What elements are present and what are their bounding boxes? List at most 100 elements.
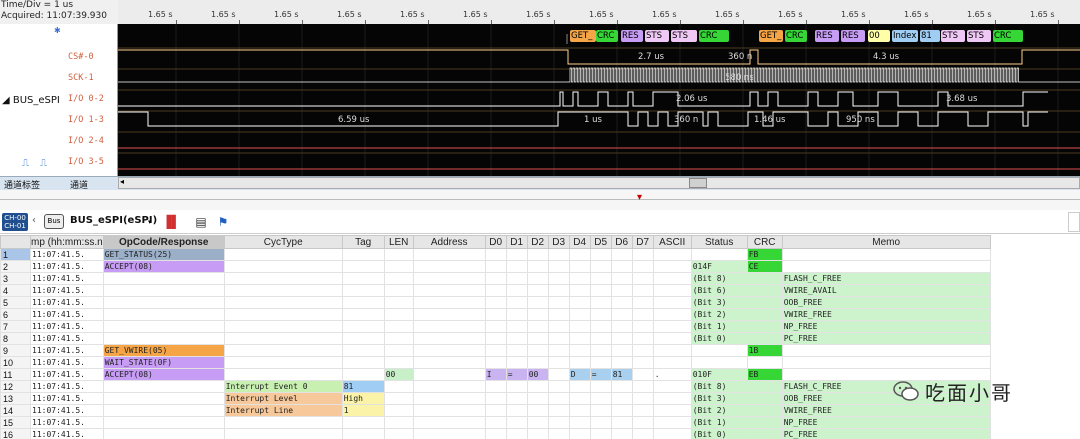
data-byte-cell[interactable]	[547, 272, 570, 285]
pulse-icon[interactable]: ⎍	[22, 158, 29, 169]
crc-cell[interactable]: FB	[746, 248, 783, 261]
data-byte-cell[interactable]	[568, 392, 591, 405]
memo-cell[interactable]: VWIRE_FREE	[781, 308, 991, 321]
opcode-cell[interactable]	[102, 320, 225, 333]
tag-cell[interactable]	[341, 308, 385, 321]
data-byte-cell[interactable]	[631, 344, 654, 357]
data-byte-cell[interactable]	[547, 380, 570, 393]
row-number[interactable]: 10	[0, 356, 31, 369]
address-cell[interactable]	[412, 392, 486, 405]
data-byte-cell[interactable]	[484, 392, 507, 405]
table-row[interactable]: 3 11:07:41.5. (Bit 8) FLASH_C_FREE	[0, 272, 991, 285]
data-byte-cell[interactable]	[631, 320, 654, 333]
timestamp-cell[interactable]: 11:07:41.5.	[30, 404, 104, 417]
timestamp-cell[interactable]: 11:07:41.5.	[30, 392, 104, 405]
column-header[interactable]: D5	[589, 235, 612, 249]
table-row[interactable]: 5 11:07:41.5. (Bit 3) OOB_FREE	[0, 296, 991, 309]
signal-tracks[interactable]: GET_ CRC RES STS STS CRC GET_ CRC RES RES 00 Index 8…	[118, 24, 1080, 176]
data-byte-cell[interactable]: 81	[610, 368, 633, 381]
address-cell[interactable]	[412, 248, 486, 261]
opcode-cell[interactable]	[102, 332, 225, 345]
data-byte-cell[interactable]	[568, 404, 591, 417]
data-byte-cell[interactable]	[484, 260, 507, 273]
address-cell[interactable]	[412, 428, 486, 439]
decode-packet-cell[interactable]: STS	[645, 30, 669, 42]
ascii-cell[interactable]	[652, 344, 692, 357]
len-cell[interactable]	[383, 416, 414, 429]
decode-table[interactable]: mp (hh:mm:ss.n OpCode/Response CycType Tag L…	[0, 235, 1080, 439]
tag-cell[interactable]: 81	[341, 380, 385, 393]
memo-cell[interactable]: PC_FREE	[781, 428, 991, 439]
opcode-cell[interactable]	[102, 428, 225, 439]
settings-icon[interactable]: ✱	[54, 26, 61, 35]
data-byte-cell[interactable]	[547, 368, 570, 381]
column-header[interactable]: D0	[484, 235, 507, 249]
timestamp-cell[interactable]: 11:07:41.5.	[30, 308, 104, 321]
column-header[interactable]: Address	[412, 235, 486, 249]
opcode-cell[interactable]: ACCEPT(08)	[102, 260, 225, 273]
data-byte-cell[interactable]	[568, 416, 591, 429]
status-cell[interactable]: (Bit 0)	[690, 428, 748, 439]
crc-cell[interactable]	[746, 308, 783, 321]
row-number[interactable]: 11	[0, 368, 31, 381]
tag-cell[interactable]	[341, 368, 385, 381]
decode-packet-cell[interactable]: RES	[815, 30, 839, 42]
len-cell[interactable]	[383, 308, 414, 321]
table-row[interactable]: 12 11:07:41.5. Interrupt Event 0 81 (Bit 8) F…	[0, 380, 991, 393]
table-row[interactable]: 2 11:07:41.5. ACCEPT(08) 014F CE	[0, 260, 991, 273]
data-byte-cell[interactable]	[484, 404, 507, 417]
data-byte-cell[interactable]	[589, 416, 612, 429]
data-byte-cell[interactable]	[610, 272, 633, 285]
data-byte-cell[interactable]	[631, 272, 654, 285]
data-byte-cell[interactable]	[484, 248, 507, 261]
crc-cell[interactable]: CE	[746, 260, 783, 273]
status-cell[interactable]: 014F	[690, 260, 748, 273]
row-number[interactable]: 5	[0, 296, 31, 309]
tag-cell[interactable]	[341, 272, 385, 285]
cyctype-cell[interactable]	[223, 416, 343, 429]
data-byte-cell[interactable]	[547, 428, 570, 439]
data-byte-cell[interactable]	[484, 356, 507, 369]
data-byte-cell[interactable]	[505, 260, 528, 273]
panel-splitter[interactable]: ▾	[0, 190, 1080, 210]
data-byte-cell[interactable]: I	[484, 368, 507, 381]
table-row[interactable]: 14 11:07:41.5. Interrupt Line 1 (Bit 2) VWIRE…	[0, 404, 991, 417]
decode-packet-cell[interactable]: RES	[621, 30, 643, 42]
scrollbar-thumb[interactable]	[689, 178, 707, 188]
bus-name-label[interactable]: ◢ BUS_eSPI	[2, 95, 60, 106]
cyctype-cell[interactable]	[223, 428, 343, 439]
row-number[interactable]: 16	[0, 428, 31, 439]
crc-cell[interactable]	[746, 356, 783, 369]
table-row[interactable]: 11 11:07:41.5. ACCEPT(08) 00 I = 00 D = 81. 010F EB	[0, 368, 991, 381]
len-cell[interactable]	[383, 296, 414, 309]
table-row[interactable]: 9 11:07:41.5. GET_VWIRE(05) 1B	[0, 344, 991, 357]
len-cell[interactable]	[383, 404, 414, 417]
data-byte-cell[interactable]	[631, 356, 654, 369]
timestamp-cell[interactable]: 11:07:41.5.	[30, 272, 104, 285]
data-byte-cell[interactable]	[610, 248, 633, 261]
scroll-left-icon[interactable]: ◂	[120, 177, 124, 186]
data-byte-cell[interactable]	[526, 296, 549, 309]
table-row[interactable]: 1 11:07:41.5. GET_STATUS(25) FB	[0, 248, 991, 261]
export-icon[interactable]: ▤	[192, 214, 210, 230]
data-byte-cell[interactable]	[631, 416, 654, 429]
data-byte-cell[interactable]	[610, 260, 633, 273]
ascii-cell[interactable]	[652, 332, 692, 345]
crc-cell[interactable]	[746, 416, 783, 429]
data-byte-cell[interactable]	[589, 404, 612, 417]
ascii-cell[interactable]: .	[652, 368, 692, 381]
data-byte-cell[interactable]	[631, 332, 654, 345]
len-cell[interactable]	[383, 356, 414, 369]
decode-packet-cell[interactable]: CRC	[699, 30, 729, 42]
data-byte-cell[interactable]	[589, 344, 612, 357]
decode-packet-cell[interactable]: GET_	[759, 30, 783, 42]
len-cell[interactable]	[383, 380, 414, 393]
data-byte-cell[interactable]: =	[505, 368, 528, 381]
decode-packet-cell[interactable]: Index	[892, 30, 918, 42]
timestamp-cell[interactable]: 11:07:41.5.	[30, 368, 104, 381]
table-row[interactable]: 15 11:07:41.5. (Bit 1) NP_FREE	[0, 416, 991, 429]
address-cell[interactable]	[412, 380, 486, 393]
data-byte-cell[interactable]	[589, 260, 612, 273]
ascii-cell[interactable]	[652, 260, 692, 273]
status-cell[interactable]	[690, 344, 748, 357]
